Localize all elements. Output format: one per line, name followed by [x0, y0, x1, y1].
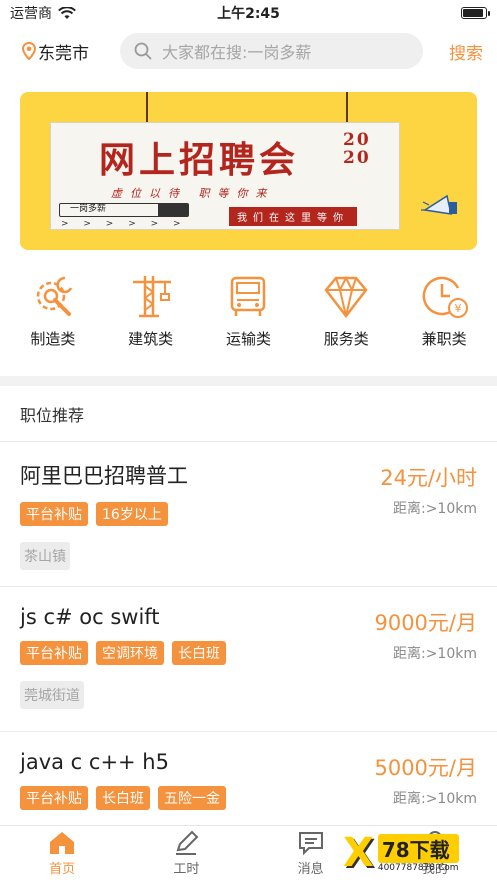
location-selector[interactable]: 东莞市 — [22, 39, 120, 64]
battery-icon — [461, 7, 490, 19]
category-construction[interactable]: 建筑类 — [111, 272, 191, 349]
tab-label: 首页 — [49, 862, 76, 877]
category-parttime[interactable]: ¥ 兼职类 — [404, 272, 484, 349]
gear-wrench-icon — [36, 276, 73, 316]
top-area: 网上招聘会 20 20 虚位以待 职等你来 一岗多薪 我们在这里等你 > > >… — [0, 76, 497, 376]
job-tag: 平台补贴 — [20, 502, 88, 526]
job-distance: 距离:>10km — [392, 791, 477, 807]
diamond-icon — [324, 275, 368, 319]
section-title: 职位推荐 — [0, 386, 497, 442]
location-pin-icon — [22, 42, 36, 60]
wifi-icon — [58, 6, 76, 19]
megaphone-icon — [421, 194, 457, 215]
banner-tagline: 我们在这里等你 — [229, 207, 357, 226]
category-service[interactable]: 服务类 — [306, 272, 386, 349]
job-area: 莞城街道 — [20, 681, 84, 709]
tab-hours[interactable]: 工时 — [124, 826, 248, 883]
tab-label: 工时 — [173, 862, 200, 877]
job-salary: 9000元/月 — [374, 611, 477, 635]
watermark-logo: X 78下载 4007787878.Com — [343, 825, 493, 881]
status-bar: 运营商 上午2:45 — [0, 0, 497, 26]
banner-board: 网上招聘会 20 20 虚位以待 职等你来 一岗多薪 我们在这里等你 > > >… — [50, 122, 400, 230]
banner-title: 网上招聘会 — [99, 139, 300, 181]
category-label: 兼职类 — [421, 330, 467, 348]
category-label: 运输类 — [225, 330, 271, 348]
banner-subtitle: 虚位以待 职等你来 — [111, 187, 275, 200]
carrier-label: 运营商 — [10, 6, 52, 22]
category-manufacturing[interactable]: 制造类 — [13, 272, 93, 349]
pin-icon — [342, 92, 352, 132]
recruitment-banner[interactable]: 网上招聘会 20 20 虚位以待 职等你来 一岗多薪 我们在这里等你 > > >… — [20, 92, 477, 250]
tab-bar: 首页 工时 消息 我的 X 78下载 4007787878.Com — [0, 825, 497, 883]
pin-icon — [142, 92, 152, 132]
job-tag: 空调环境 — [96, 641, 164, 665]
status-left: 运营商 — [10, 3, 76, 23]
category-grid: 制造类 建筑类 运输类 服务类 ¥ 兼职类 — [0, 250, 497, 349]
battery-level — [463, 9, 483, 17]
job-tag: 长白班 — [172, 641, 226, 665]
job-card[interactable]: 阿里巴巴招聘普工 24元/小时 距离:>10km 平台补贴 16岁以上 茶山镇 — [0, 442, 497, 587]
job-tag: 长白班 — [96, 786, 150, 810]
watermark-mark: X — [343, 830, 374, 876]
job-salary: 24元/小时 — [380, 466, 477, 490]
search-button[interactable]: 搜索 — [423, 39, 483, 64]
banner-search-graphic: 一岗多薪 — [59, 203, 189, 217]
clock-yen-icon: ¥ — [422, 276, 469, 318]
job-tag: 平台补贴 — [20, 641, 88, 665]
watermark-url: 4007787878.Com — [377, 862, 459, 873]
edit-icon — [176, 830, 199, 855]
category-label: 制造类 — [30, 330, 76, 348]
job-recommendations: 职位推荐 阿里巴巴招聘普工 24元/小时 距离:>10km 平台补贴 16岁以上… — [0, 386, 497, 877]
job-salary: 5000元/月 — [374, 756, 477, 780]
category-label: 建筑类 — [128, 330, 174, 348]
banner-arrows: > > > > > > — [61, 219, 187, 229]
truck-icon — [231, 276, 266, 316]
search-input[interactable]: 大家都在搜:一岗多薪 — [120, 33, 423, 69]
crane-icon — [132, 276, 171, 318]
job-distance: 距离:>10km — [392, 501, 477, 517]
category-label: 服务类 — [323, 330, 369, 348]
category-transport[interactable]: 运输类 — [208, 272, 288, 349]
job-card[interactable]: js c# oc swift 9000元/月 距离:>10km 平台补贴 空调环… — [0, 587, 497, 732]
watermark-brand: 78下载 — [377, 833, 459, 863]
tab-home[interactable]: 首页 — [0, 826, 124, 883]
search-placeholder: 大家都在搜:一岗多薪 — [162, 43, 312, 62]
message-icon — [298, 832, 323, 856]
svg-text:¥: ¥ — [455, 302, 462, 315]
search-row: 东莞市 大家都在搜:一岗多薪 搜索 — [0, 26, 497, 76]
job-distance: 距离:>10km — [392, 646, 477, 662]
job-tag: 五险一金 — [158, 786, 226, 810]
tab-label: 消息 — [297, 862, 324, 877]
job-area: 茶山镇 — [20, 542, 70, 570]
job-tag: 16岁以上 — [96, 502, 168, 526]
home-icon — [50, 832, 75, 854]
search-icon — [134, 42, 152, 60]
banner-year: 20 20 — [343, 130, 371, 168]
location-label: 东莞市 — [38, 43, 89, 64]
job-tag: 平台补贴 — [20, 786, 88, 810]
